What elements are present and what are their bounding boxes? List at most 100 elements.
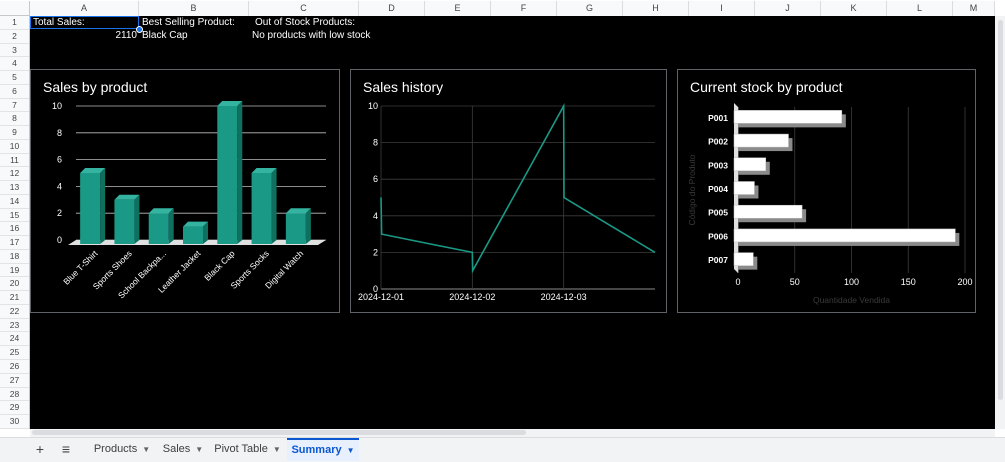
row-header-29[interactable]: 29 xyxy=(0,401,29,416)
row-header-30[interactable]: 30 xyxy=(0,415,29,429)
row-header-8[interactable]: 8 xyxy=(0,112,29,127)
x-tick-label: 200 xyxy=(957,277,972,287)
row-header-12[interactable]: 12 xyxy=(0,167,29,182)
chart-sales-history[interactable]: Sales history 0 2 4 6 8 10 2024-12-01 2024-12-0… xyxy=(350,69,667,313)
bar-side xyxy=(134,194,140,244)
column-header-c[interactable]: C xyxy=(249,1,359,16)
row-header-7[interactable]: 7 xyxy=(0,99,29,113)
row-header-3[interactable]: 3 xyxy=(0,44,29,58)
column-header-d[interactable]: D xyxy=(359,1,425,16)
column-header-f[interactable]: F xyxy=(491,1,557,16)
add-sheet-icon[interactable]: + xyxy=(30,438,50,461)
cell-c2[interactable]: No products with low stock xyxy=(252,30,370,41)
row-header-18[interactable]: 18 xyxy=(0,250,29,264)
row-header-9[interactable]: 9 xyxy=(0,126,29,140)
y-tick-label: P006 xyxy=(708,231,728,241)
row-header-16[interactable]: 16 xyxy=(0,222,29,237)
column-header-m[interactable]: M xyxy=(953,1,995,16)
x-tick-label: 2024-12-03 xyxy=(541,292,587,302)
bar xyxy=(114,199,135,244)
column-header-i[interactable]: I xyxy=(689,1,755,16)
row-header-17[interactable]: 17 xyxy=(0,236,29,250)
cell-a2[interactable]: 2110 xyxy=(30,30,137,41)
column-header-j[interactable]: J xyxy=(755,1,821,16)
bar xyxy=(733,110,843,124)
y-tick-label: P004 xyxy=(708,184,728,194)
x-tick-label: 150 xyxy=(901,277,916,287)
bar-side xyxy=(100,168,106,244)
vertical-scroll-thumb[interactable] xyxy=(998,20,1003,400)
row-header-24[interactable]: 24 xyxy=(0,332,29,347)
series-line xyxy=(380,102,656,274)
cell-b2[interactable]: Black Cap xyxy=(142,30,188,41)
sheet-tab-bar: + ≡ Products ▼ Sales ▼ Pivot Table ▼ Summar… xyxy=(0,437,1005,462)
column-header-l[interactable]: L xyxy=(887,1,953,16)
row-header-21[interactable]: 21 xyxy=(0,291,29,305)
chart-sales-by-product[interactable]: Sales by product 0 2 4 6 8 10 Blue T-Shirt Spor… xyxy=(30,69,340,313)
spreadsheet: ABCDEFGHIJKLM 1 2 3 4 5 6 7 8 9 10 11 12 13 14 15 16 17 1… xyxy=(0,0,1005,462)
y-tick-label: P001 xyxy=(708,113,728,123)
column-header-h[interactable]: H xyxy=(623,1,689,16)
row-header-20[interactable]: 20 xyxy=(0,277,29,292)
y-tick-label: 4 xyxy=(373,211,378,221)
bar xyxy=(80,173,101,244)
chevron-down-icon[interactable]: ▼ xyxy=(347,446,355,455)
select-all-corner[interactable] xyxy=(0,1,30,16)
chevron-down-icon[interactable]: ▼ xyxy=(273,445,281,454)
bar xyxy=(733,252,754,266)
row-header-10[interactable]: 10 xyxy=(0,140,29,154)
y-tick-label: 0 xyxy=(57,235,62,245)
row-header-22[interactable]: 22 xyxy=(0,305,29,319)
horizontal-scroll-thumb[interactable] xyxy=(32,430,526,435)
y-tick-label: P007 xyxy=(708,255,728,265)
column-header-e[interactable]: E xyxy=(425,1,491,16)
tab-summary[interactable]: Summary ▼ xyxy=(287,438,359,461)
tab-sales[interactable]: Sales ▼ xyxy=(158,438,208,461)
column-header-a[interactable]: A xyxy=(30,1,139,16)
row-headers: 1 2 3 4 5 6 7 8 9 10 11 12 13 14 15 16 17 18 19 20 21 22 23 24 2… xyxy=(0,16,30,429)
bar xyxy=(733,157,767,172)
x-tick-label: 50 xyxy=(790,277,800,287)
bar xyxy=(183,226,203,244)
row-header-2[interactable]: 2 xyxy=(0,30,29,44)
cell-b1[interactable]: Best Selling Product: xyxy=(142,17,235,28)
row-header-19[interactable]: 19 xyxy=(0,264,29,278)
row-header-23[interactable]: 23 xyxy=(0,319,29,333)
chevron-down-icon[interactable]: ▼ xyxy=(142,445,150,454)
row-header-14[interactable]: 14 xyxy=(0,195,29,209)
tab-label: Summary xyxy=(291,444,342,456)
y-tick-label: P005 xyxy=(708,208,728,218)
column-header-b[interactable]: B xyxy=(139,1,249,16)
y-tick-label: 6 xyxy=(373,174,378,184)
sales-by-product-plot: 0246810Blue T-ShirtSports ShoesSchool Ba… xyxy=(52,101,326,301)
row-header-28[interactable]: 28 xyxy=(0,388,29,402)
row-header-6[interactable]: 6 xyxy=(0,85,29,99)
column-header-k[interactable]: K xyxy=(821,1,887,16)
row-header-1[interactable]: 1 xyxy=(0,16,29,30)
row-header-15[interactable]: 15 xyxy=(0,209,29,223)
column-header-g[interactable]: G xyxy=(557,1,623,16)
tab-label: Products xyxy=(93,443,138,455)
y-tick-label: 10 xyxy=(52,101,62,111)
bar xyxy=(285,213,306,244)
row-header-11[interactable]: 11 xyxy=(0,154,29,168)
row-header-25[interactable]: 25 xyxy=(0,346,29,360)
cell-grid[interactable]: Total Sales: Best Selling Product: Out o… xyxy=(30,16,995,429)
row-header-27[interactable]: 27 xyxy=(0,374,29,388)
row-header-13[interactable]: 13 xyxy=(0,181,29,195)
tab-products[interactable]: Products ▼ xyxy=(87,438,157,461)
all-sheets-menu-icon[interactable]: ≡ xyxy=(56,438,76,461)
row-header-5[interactable]: 5 xyxy=(0,71,29,85)
x-tick-label: 100 xyxy=(844,277,859,287)
y-tick-label: 4 xyxy=(57,181,62,191)
y-tick-label: 8 xyxy=(373,138,378,148)
bar xyxy=(251,173,272,244)
tab-pivot-table[interactable]: Pivot Table ▼ xyxy=(210,438,285,461)
row-header-26[interactable]: 26 xyxy=(0,360,29,374)
x-tick-label: 2024-12-02 xyxy=(449,292,495,302)
chart-current-stock[interactable]: Current stock by product 0 50 100 150 200 P00… xyxy=(677,69,976,313)
row-header-4[interactable]: 4 xyxy=(0,57,29,72)
chevron-down-icon[interactable]: ▼ xyxy=(195,445,203,454)
cell-a1[interactable]: Total Sales: xyxy=(33,17,85,28)
cell-c1[interactable]: Out of Stock Products: xyxy=(255,17,355,28)
